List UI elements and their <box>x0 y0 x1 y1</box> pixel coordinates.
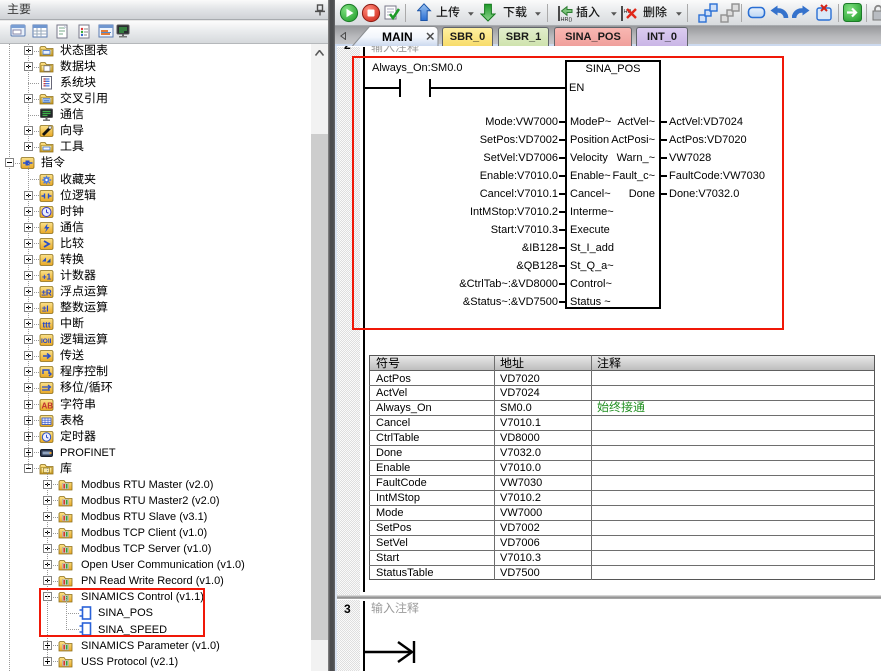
svg-text:HR(): HR() <box>561 17 573 22</box>
svg-text:±R: ±R <box>42 289 52 298</box>
svg-text:±I: ±I <box>42 305 49 314</box>
svg-text:ttt: ttt <box>43 321 51 330</box>
svg-text:AB: AB <box>42 401 54 410</box>
svg-text:IOII: IOII <box>41 338 52 345</box>
svg-text:+1: +1 <box>42 272 52 281</box>
